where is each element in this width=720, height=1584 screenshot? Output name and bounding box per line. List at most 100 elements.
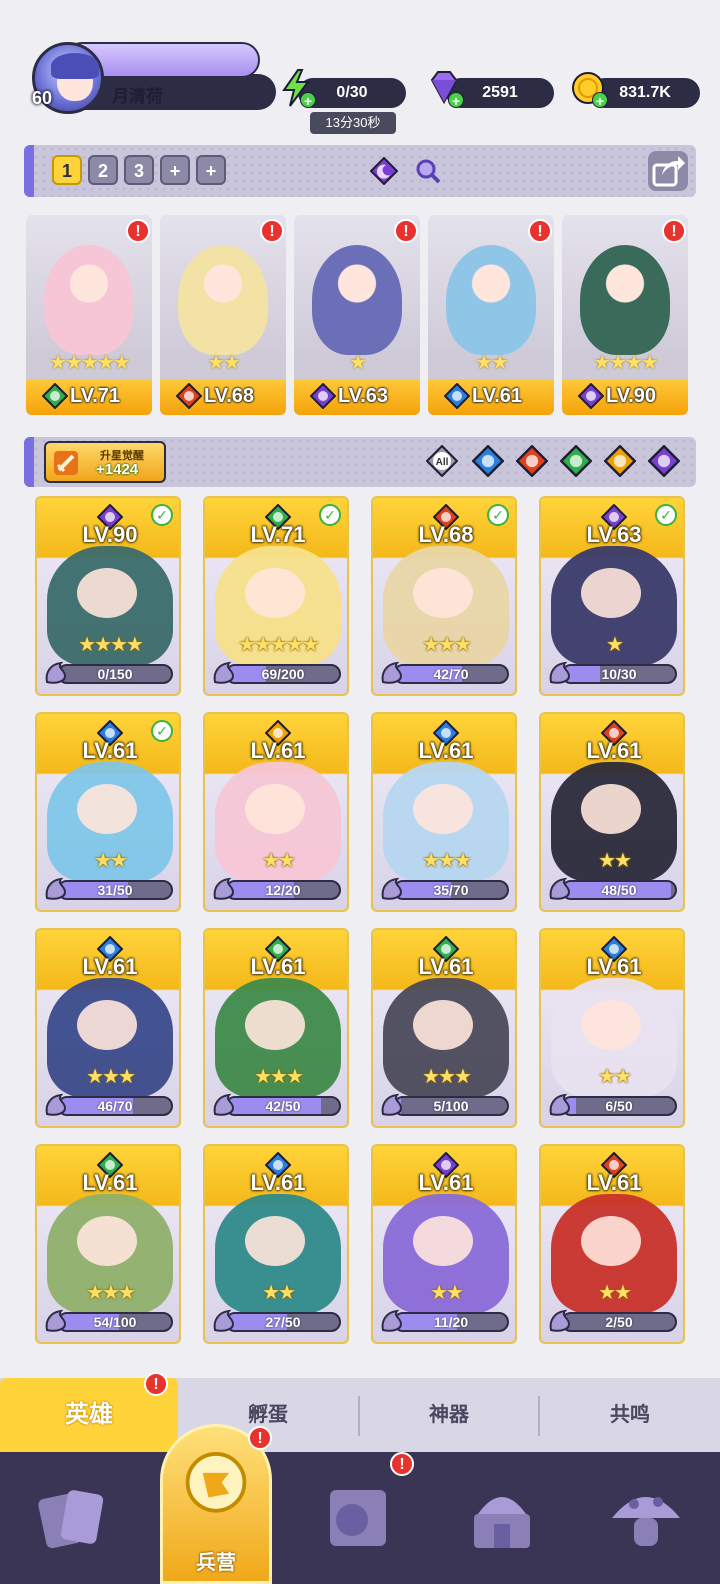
alert-badge: ! <box>126 219 150 243</box>
team-slot-1[interactable]: 1 <box>52 155 82 185</box>
shard-progress-bar: 54/100 <box>57 1312 173 1332</box>
hero-card[interactable]: LV.61 ★★ 48/50 <box>539 712 685 912</box>
star-rating: ★ <box>349 352 367 374</box>
avatar-hair <box>51 53 99 79</box>
sub-tab-bar: 英雄 ! 孵蛋 神器 共鸣 <box>0 1372 720 1452</box>
shard-progress-bar: 2/50 <box>561 1312 677 1332</box>
filter-dark-icon[interactable] <box>648 445 680 477</box>
temple-icon[interactable] <box>460 1474 544 1558</box>
add-gem-icon[interactable]: + <box>448 92 464 109</box>
hero-card[interactable]: LV.61 ★★★ 35/70 <box>371 712 517 912</box>
hero-card[interactable]: LV.61 ★★★ 5/100 <box>371 928 517 1128</box>
hero-card[interactable]: LV.61 ★★★ 46/70 <box>35 928 181 1128</box>
map-icon[interactable] <box>316 1474 400 1558</box>
cards-icon[interactable] <box>30 1474 114 1558</box>
hero-card[interactable]: LV.61 ★★ 6/50 <box>539 928 685 1128</box>
search-icon[interactable] <box>414 157 442 185</box>
star-rating: ★★ <box>598 1066 632 1088</box>
add-slot-button-2[interactable]: + <box>196 155 226 185</box>
hero-level: LV.61 <box>586 738 642 763</box>
sleep-skill-icon[interactable] <box>370 157 398 185</box>
add-stamina-icon[interactable]: + <box>300 92 316 109</box>
filter-fire-icon[interactable] <box>516 445 548 477</box>
add-slot-button[interactable]: + <box>160 155 190 185</box>
star-rating: ★★★ <box>86 1282 136 1304</box>
shard-count: 42/70 <box>433 666 469 682</box>
hero-card[interactable]: LV.61 ★★ 12/20 <box>203 712 349 912</box>
shard-count: 42/50 <box>265 1098 301 1114</box>
tab-artifact[interactable]: 神器 <box>360 1378 538 1452</box>
shard-icon <box>381 661 403 684</box>
star-rating: ★★★★ <box>78 634 144 656</box>
star-rating: ★★★ <box>86 1066 136 1088</box>
hero-face <box>77 1216 137 1266</box>
star-rating: ★★ <box>262 850 296 872</box>
team-hero-card[interactable]: ★★ LV.61! <box>428 215 554 415</box>
check-icon: ✓ <box>319 504 341 526</box>
shard-count: 54/100 <box>93 1314 137 1330</box>
gold-counter[interactable]: 831.7K + <box>568 72 700 110</box>
shard-progress-bar: 31/50 <box>57 880 173 900</box>
gem-counter[interactable]: 2591 + <box>424 71 554 110</box>
mushroom-icon[interactable] <box>604 1474 688 1558</box>
hero-face <box>413 568 473 618</box>
check-icon: ✓ <box>151 720 173 742</box>
star-rating: ★★ <box>207 352 241 374</box>
shard-progress-bar: 42/50 <box>225 1096 341 1116</box>
filter-light-icon[interactable] <box>604 445 636 477</box>
shard-progress-bar: 35/70 <box>393 880 509 900</box>
hero-level: LV.61 <box>82 738 138 763</box>
hero-face <box>413 1000 473 1050</box>
hero-portrait <box>312 245 402 355</box>
shard-progress-bar: 10/30 <box>561 664 677 684</box>
awaken-button[interactable]: 升星觉醒 +1424 <box>44 441 166 483</box>
share-button[interactable] <box>648 151 688 191</box>
shard-icon <box>45 1093 67 1116</box>
share-icon <box>652 156 685 187</box>
tab-resonance[interactable]: 共鸣 <box>540 1378 720 1452</box>
team-slot-bar: 1 2 3 + + <box>24 145 696 197</box>
stamina-counter[interactable]: 0/30 + <box>276 69 406 110</box>
filter-all-icon[interactable]: All <box>426 445 458 477</box>
shard-count: 10/30 <box>601 666 637 682</box>
player-profile[interactable]: 60 月清荷 <box>24 42 276 114</box>
team-hero-card[interactable]: ★★ LV.68! <box>160 215 286 415</box>
hero-level: LV.61 <box>586 954 642 979</box>
stamina-value: 0/30 <box>336 84 368 101</box>
hero-card[interactable]: LV.61 ★★★ 54/100 <box>35 1144 181 1344</box>
hero-level: LV.71 <box>250 522 306 547</box>
hero-card[interactable]: LV.61 ✓ ★★ 31/50 <box>35 712 181 912</box>
team-hero-card[interactable]: ★★★★★ LV.71! <box>26 215 152 415</box>
hero-card[interactable]: LV.68 ✓ ★★★ 42/70 <box>371 496 517 696</box>
check-icon: ✓ <box>655 504 677 526</box>
shard-icon <box>213 877 235 900</box>
hero-face <box>77 568 137 618</box>
hero-card[interactable]: LV.63 ✓ ★ 10/30 <box>539 496 685 696</box>
filter-wind-icon[interactable] <box>560 445 592 477</box>
wind-element-icon <box>42 383 68 409</box>
hero-level: LV.90 <box>82 522 138 547</box>
team-slot-3[interactable]: 3 <box>124 155 154 185</box>
add-gold-icon[interactable]: + <box>592 92 608 109</box>
hero-level: LV.68 <box>204 385 255 407</box>
shard-progress-bar: 6/50 <box>561 1096 677 1116</box>
hero-card[interactable]: LV.61 ★★★ 42/50 <box>203 928 349 1128</box>
filter-water-icon[interactable] <box>472 445 504 477</box>
hero-card[interactable]: LV.61 ★★ 11/20 <box>371 1144 517 1344</box>
shard-progress-bar: 0/150 <box>57 664 173 684</box>
shard-icon <box>45 1309 67 1332</box>
hero-card[interactable]: LV.90 ✓ ★★★★ 0/150 <box>35 496 181 696</box>
hero-card[interactable]: LV.71 ✓ ★★★★★ 69/200 <box>203 496 349 696</box>
star-rating: ★★ <box>430 1282 464 1304</box>
team-hero-card[interactable]: ★ LV.63! <box>294 215 420 415</box>
hero-level: LV.63 <box>586 522 642 547</box>
hero-card[interactable]: LV.61 ★★ 2/50 <box>539 1144 685 1344</box>
gem-value: 2591 <box>482 84 518 101</box>
alert-badge: ! <box>394 219 418 243</box>
gold-value: 831.7K <box>619 84 671 101</box>
team-hero-card[interactable]: ★★★★ LV.90! <box>562 215 688 415</box>
hero-card[interactable]: LV.61 ★★ 27/50 <box>203 1144 349 1344</box>
check-icon: ✓ <box>151 504 173 526</box>
team-slot-2[interactable]: 2 <box>88 155 118 185</box>
hero-level: LV.61 <box>82 1170 138 1195</box>
